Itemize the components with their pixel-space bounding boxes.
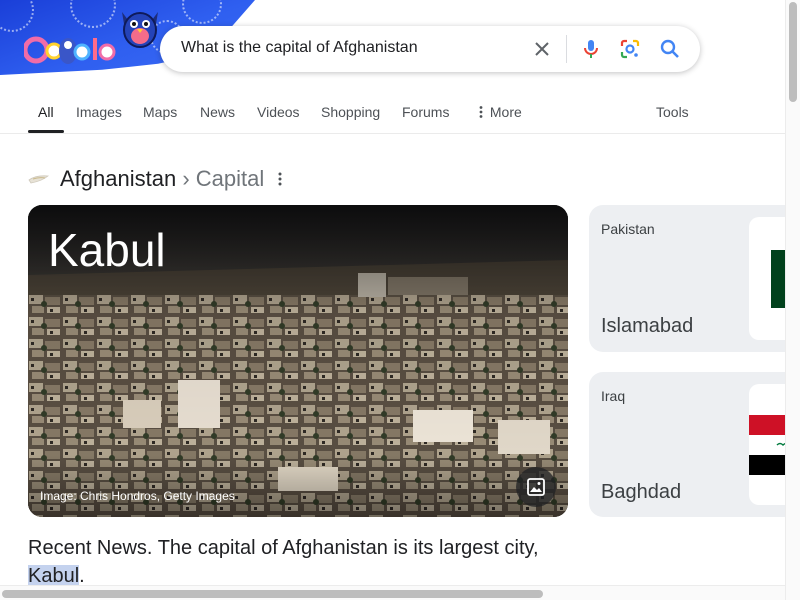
vertical-scroll-thumb[interactable] (789, 2, 797, 102)
search-input[interactable]: What is the capital of Afghanistan (181, 39, 418, 57)
image-icon (527, 478, 545, 496)
card-country-name: Pakistan (601, 221, 655, 237)
search-icon[interactable] (658, 37, 682, 61)
tab-all[interactable]: All (38, 104, 54, 120)
active-tab-indicator (28, 130, 64, 133)
answer-image-card[interactable]: Kabul Image: Chris Hondros, Getty Images (28, 205, 568, 517)
clear-icon[interactable] (530, 37, 554, 61)
search-divider (566, 35, 567, 63)
snippet-text: Recent News. The capital of Afghanistan … (28, 537, 539, 559)
knowledge-breadcrumb: Afghanistan › Capital (60, 166, 264, 192)
snippet-end: . (79, 565, 85, 587)
vertical-scrollbar[interactable] (785, 0, 800, 600)
horizontal-scroll-thumb[interactable] (2, 590, 543, 598)
card-capital-name: Islamabad (601, 315, 694, 337)
search-tabs: All Images Maps News Videos Shopping For… (0, 96, 785, 134)
snippet-highlight: Kabul (28, 565, 80, 587)
entity-name[interactable]: Afghanistan (60, 166, 176, 191)
breadcrumb-separator: › (182, 166, 190, 191)
tab-more-label: More (489, 104, 522, 120)
search-box[interactable]: What is the capital of Afghanistan (160, 26, 700, 72)
card-capital-name: Baghdad (601, 481, 682, 503)
answer-snippet: Recent News. The capital of Afghanistan … (28, 534, 568, 590)
tab-more[interactable]: More (476, 104, 522, 120)
microphone-icon[interactable] (579, 37, 603, 61)
firework-decoration (70, 0, 116, 28)
horizontal-scrollbar[interactable] (0, 585, 785, 600)
more-options-icon[interactable] (273, 171, 287, 187)
view-images-button[interactable] (516, 467, 556, 507)
tab-forums[interactable]: Forums (402, 104, 449, 120)
google-lens-icon[interactable] (618, 37, 642, 61)
card-country-name: Iraq (601, 388, 626, 404)
wing-icon (28, 175, 49, 184)
vertical-dots-icon (479, 106, 483, 118)
tab-news[interactable]: News (200, 104, 235, 120)
tab-shopping[interactable]: Shopping (321, 104, 380, 120)
answer-title: Kabul (48, 224, 166, 276)
related-country-card[interactable]: Iraq Baghdad (589, 372, 800, 517)
tab-videos[interactable]: Videos (257, 104, 300, 120)
firework-decoration (182, 0, 222, 24)
image-credit: Image: Chris Hondros, Getty Images (40, 489, 235, 503)
doodle-bird-icon (122, 12, 158, 48)
tab-images[interactable]: Images (76, 104, 122, 120)
tab-maps[interactable]: Maps (143, 104, 177, 120)
related-country-card[interactable]: Pakistan Islamabad (589, 205, 800, 352)
attribute-name: Capital (195, 166, 265, 191)
tools-button[interactable]: Tools (656, 104, 689, 120)
google-doodle-logo[interactable] (24, 32, 119, 68)
firework-decoration (0, 0, 34, 32)
